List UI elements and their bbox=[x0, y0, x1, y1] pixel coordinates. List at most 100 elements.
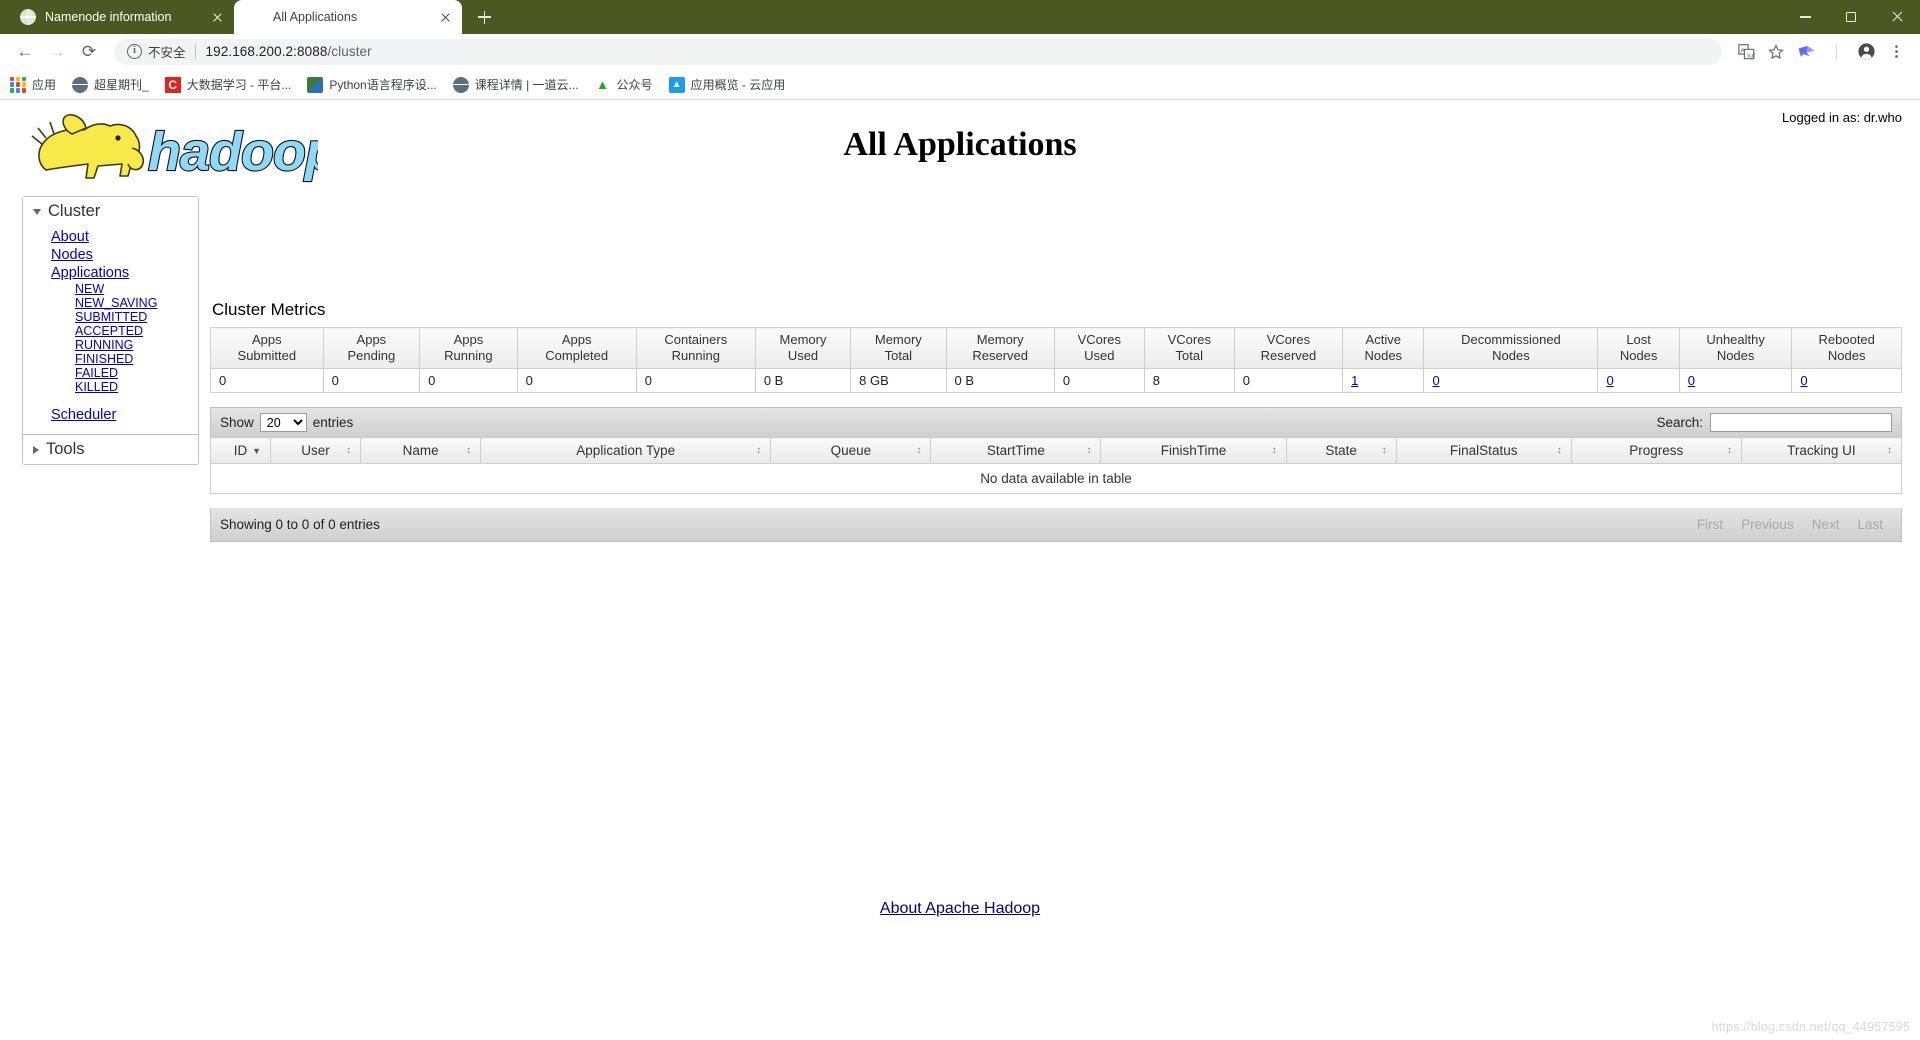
sidebar-cluster-body: About Nodes Applications NEW NEW_SAVING … bbox=[23, 226, 198, 434]
globe-icon bbox=[20, 9, 36, 25]
forward-button[interactable]: → bbox=[42, 37, 72, 67]
new-tab-button[interactable] bbox=[470, 3, 498, 31]
address-bar[interactable]: i 不安全 192.168.200.2:8088/cluster bbox=[114, 39, 1722, 65]
sidebar-item-about[interactable]: About bbox=[23, 228, 198, 246]
profile-avatar-icon[interactable] bbox=[1852, 38, 1880, 66]
lost-nodes-link[interactable]: 0 bbox=[1606, 373, 1613, 388]
sidebar-section-tools[interactable]: Tools bbox=[23, 435, 198, 464]
reload-button[interactable]: ⟳ bbox=[74, 37, 104, 67]
minimize-button[interactable] bbox=[1782, 0, 1828, 34]
bookmark-cloud-apps[interactable]: 应用概览 - 云应用 bbox=[669, 76, 786, 93]
page-previous-button[interactable]: Previous bbox=[1732, 515, 1803, 534]
bookmark-apps[interactable]: 应用 bbox=[10, 76, 56, 93]
page-last-button[interactable]: Last bbox=[1848, 515, 1892, 534]
sidebar-item-applications[interactable]: Applications bbox=[23, 264, 198, 282]
url-host: 192.168.200.2:8088 bbox=[206, 44, 328, 59]
hadoop-logo[interactable]: hadoop bbox=[28, 108, 318, 188]
sidebar-item-running[interactable]: RUNNING bbox=[23, 338, 198, 352]
col-id[interactable]: ID▼ bbox=[211, 438, 271, 464]
datatable-info: Showing 0 to 0 of 0 entries bbox=[220, 517, 380, 532]
back-button[interactable]: ← bbox=[10, 37, 40, 67]
bookmark-label: 公众号 bbox=[617, 76, 653, 93]
tab-title: All Applications bbox=[273, 10, 431, 24]
col-user[interactable]: User↕ bbox=[271, 438, 361, 464]
metrics-value-memory-used: 0 B bbox=[755, 369, 850, 393]
browser-tab-namenode[interactable]: Namenode information bbox=[6, 0, 234, 34]
bookmark-star-icon[interactable] bbox=[1762, 38, 1790, 66]
active-nodes-link[interactable]: 1 bbox=[1351, 373, 1358, 388]
col-application-type[interactable]: Application Type↕ bbox=[481, 438, 771, 464]
divider bbox=[195, 44, 196, 59]
browser-tab-all-applications[interactable]: All Applications bbox=[234, 0, 462, 34]
tab-close-icon[interactable] bbox=[437, 9, 454, 26]
bookmarks-bar: 应用 超星期刊_ 大数据学习 - 平台... Python语言程序设... 课程… bbox=[0, 70, 1920, 100]
translate-icon[interactable]: A\u6587 bbox=[1732, 38, 1760, 66]
bookmark-course[interactable]: 课程详情 | 一道云... bbox=[453, 76, 579, 93]
table-row: 0 0 0 0 0 0 B 8 GB 0 B 0 8 0 1 0 0 bbox=[211, 369, 1902, 393]
search-input[interactable] bbox=[1710, 413, 1892, 432]
extension-bird-icon[interactable] bbox=[1792, 38, 1820, 66]
col-progress[interactable]: Progress↕ bbox=[1571, 438, 1741, 464]
sidebar-item-submitted[interactable]: SUBMITTED bbox=[23, 310, 198, 324]
metrics-col-active-nodes: ActiveNodes bbox=[1343, 328, 1424, 369]
entries-label: entries bbox=[313, 415, 354, 430]
metrics-col-rebooted-nodes: RebootedNodes bbox=[1792, 328, 1902, 369]
sidebar-item-nodes[interactable]: Nodes bbox=[23, 246, 198, 264]
pagination: First Previous Next Last bbox=[1688, 515, 1892, 534]
page-next-button[interactable]: Next bbox=[1803, 515, 1849, 534]
sidebar-item-failed[interactable]: FAILED bbox=[23, 366, 198, 380]
sidebar-tools-panel: Tools bbox=[22, 435, 199, 465]
maximize-button[interactable] bbox=[1828, 0, 1874, 34]
sidebar-item-accepted[interactable]: ACCEPTED bbox=[23, 324, 198, 338]
col-finalstatus[interactable]: FinalStatus↕ bbox=[1396, 438, 1571, 464]
col-state[interactable]: State↕ bbox=[1286, 438, 1396, 464]
bookmark-chaoxing[interactable]: 超星期刊_ bbox=[72, 76, 149, 93]
info-icon[interactable]: i bbox=[127, 44, 142, 59]
metrics-value-rebooted-nodes: 0 bbox=[1792, 369, 1902, 393]
table-header-row: AppsSubmitted AppsPending AppsRunning Ap… bbox=[211, 328, 1902, 369]
sidebar: Cluster About Nodes Applications NEW NEW… bbox=[22, 196, 199, 465]
metrics-value-active-nodes: 1 bbox=[1343, 369, 1424, 393]
metrics-value-decommissioned-nodes: 0 bbox=[1424, 369, 1598, 393]
sort-both-icon: ↕ bbox=[1727, 446, 1732, 456]
col-starttime[interactable]: StartTime↕ bbox=[931, 438, 1101, 464]
sidebar-item-killed[interactable]: KILLED bbox=[23, 380, 198, 394]
window-controls bbox=[1782, 0, 1920, 34]
blue-triangle-icon bbox=[669, 77, 685, 93]
sidebar-item-new[interactable]: NEW bbox=[23, 282, 198, 296]
bookmark-wechat-official[interactable]: 公众号 bbox=[595, 76, 653, 93]
sort-both-icon: ↕ bbox=[1086, 446, 1091, 456]
tab-close-icon[interactable] bbox=[209, 9, 226, 26]
page-length-select[interactable]: 20 40 60 100 bbox=[260, 413, 307, 432]
unhealthy-nodes-link[interactable]: 0 bbox=[1688, 373, 1695, 388]
metrics-col-apps-pending: AppsPending bbox=[323, 328, 419, 369]
sidebar-item-new-saving[interactable]: NEW_SAVING bbox=[23, 296, 198, 310]
sort-both-icon: ↕ bbox=[916, 446, 921, 456]
col-tracking-ui[interactable]: Tracking UI↕ bbox=[1741, 438, 1901, 464]
sidebar-item-finished[interactable]: FINISHED bbox=[23, 352, 198, 366]
metrics-value-memory-total: 8 GB bbox=[851, 369, 946, 393]
sort-both-icon: ↕ bbox=[1272, 446, 1277, 456]
sidebar-item-scheduler[interactable]: Scheduler bbox=[23, 406, 198, 424]
cluster-metrics-table: AppsSubmitted AppsPending AppsRunning Ap… bbox=[210, 327, 1902, 393]
bookmark-bigdata[interactable]: 大数据学习 - 平台... bbox=[165, 76, 292, 93]
metrics-col-decommissioned-nodes: DecommissionedNodes bbox=[1424, 328, 1598, 369]
col-finishtime[interactable]: FinishTime↕ bbox=[1101, 438, 1286, 464]
tab-title: Namenode information bbox=[45, 10, 203, 24]
svg-text:\u6587: \u6587 bbox=[1747, 52, 1755, 59]
decommissioned-nodes-link[interactable]: 0 bbox=[1432, 373, 1439, 388]
security-status-label: 不安全 bbox=[148, 42, 186, 61]
sort-both-icon: ↕ bbox=[466, 446, 471, 456]
sidebar-section-cluster[interactable]: Cluster bbox=[23, 197, 198, 226]
rebooted-nodes-link[interactable]: 0 bbox=[1800, 373, 1807, 388]
browser-toolbar: ← → ⟳ i 不安全 192.168.200.2:8088/cluster A… bbox=[0, 34, 1920, 70]
metrics-col-memory-used: MemoryUsed bbox=[755, 328, 850, 369]
bookmark-python[interactable]: Python语言程序设... bbox=[307, 76, 436, 93]
col-name[interactable]: Name↕ bbox=[361, 438, 481, 464]
window-close-button[interactable] bbox=[1874, 0, 1920, 34]
page-first-button[interactable]: First bbox=[1688, 515, 1732, 534]
col-queue[interactable]: Queue↕ bbox=[771, 438, 931, 464]
globe-icon bbox=[72, 77, 88, 93]
more-menu-icon[interactable] bbox=[1882, 38, 1910, 66]
about-apache-hadoop-link[interactable]: About Apache Hadoop bbox=[880, 900, 1040, 917]
